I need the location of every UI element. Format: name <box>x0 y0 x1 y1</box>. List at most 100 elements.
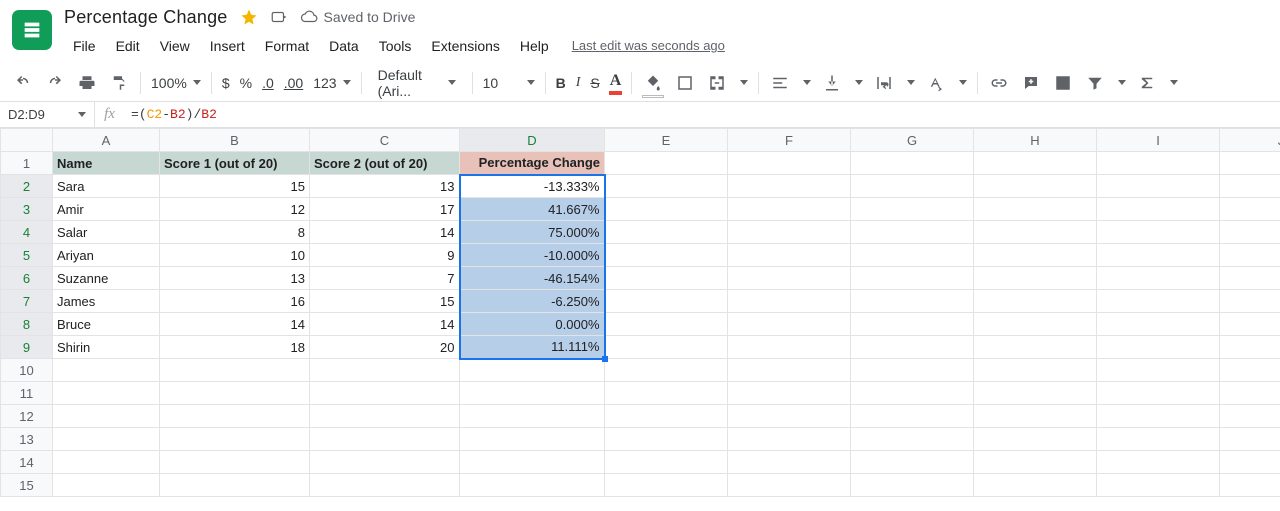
menu-format[interactable]: Format <box>256 34 318 58</box>
cell[interactable] <box>851 474 974 497</box>
cell[interactable] <box>851 336 974 359</box>
menu-extensions[interactable]: Extensions <box>422 34 508 58</box>
cell[interactable] <box>728 198 851 221</box>
row-header[interactable]: 15 <box>1 474 53 497</box>
col-header-G[interactable]: G <box>851 129 974 152</box>
row-header[interactable]: 8 <box>1 313 53 336</box>
row-header[interactable]: 1 <box>1 152 53 175</box>
cell[interactable] <box>974 244 1097 267</box>
cell[interactable] <box>310 382 460 405</box>
cell[interactable]: 11.111% <box>460 336 605 359</box>
cell[interactable] <box>851 428 974 451</box>
cell[interactable] <box>605 221 728 244</box>
cell[interactable] <box>310 474 460 497</box>
row-header[interactable]: 6 <box>1 267 53 290</box>
cell[interactable] <box>851 221 974 244</box>
cell[interactable] <box>851 290 974 313</box>
cell[interactable] <box>460 405 605 428</box>
move-icon[interactable] <box>270 8 288 26</box>
cell[interactable] <box>1097 451 1220 474</box>
cell[interactable]: Score 2 (out of 20) <box>310 152 460 175</box>
menu-insert[interactable]: Insert <box>201 34 254 58</box>
cell[interactable]: 15 <box>310 290 460 313</box>
cell[interactable] <box>1220 152 1280 175</box>
cell[interactable]: 17 <box>310 198 460 221</box>
h-align-icon[interactable] <box>769 70 791 96</box>
star-icon[interactable] <box>240 8 258 26</box>
cell[interactable]: 14 <box>310 221 460 244</box>
cell[interactable] <box>605 267 728 290</box>
cell[interactable] <box>605 244 728 267</box>
row-header[interactable]: 4 <box>1 221 53 244</box>
cell[interactable] <box>851 267 974 290</box>
row-header[interactable]: 2 <box>1 175 53 198</box>
cell[interactable]: Ariyan <box>53 244 160 267</box>
number-format-select[interactable]: 123 <box>313 75 350 91</box>
spreadsheet-grid[interactable]: A B C D E F G H I J 1 Name Score 1 (out … <box>0 128 1280 497</box>
cell[interactable] <box>605 382 728 405</box>
cell[interactable]: 75.000% <box>460 221 605 244</box>
cell[interactable] <box>160 405 310 428</box>
menu-data[interactable]: Data <box>320 34 368 58</box>
menu-view[interactable]: View <box>151 34 199 58</box>
cell[interactable] <box>728 336 851 359</box>
cell[interactable] <box>1097 313 1220 336</box>
col-header-H[interactable]: H <box>974 129 1097 152</box>
cell[interactable] <box>1220 382 1280 405</box>
cell[interactable] <box>974 451 1097 474</box>
row-header[interactable]: 14 <box>1 451 53 474</box>
strikethrough-button[interactable]: S <box>590 75 599 91</box>
cell[interactable]: 7 <box>310 267 460 290</box>
cell[interactable] <box>1097 405 1220 428</box>
text-rotation-icon[interactable] <box>925 70 947 96</box>
cell[interactable] <box>1220 267 1280 290</box>
cell[interactable] <box>1220 198 1280 221</box>
cell[interactable] <box>974 405 1097 428</box>
cell[interactable]: 20 <box>310 336 460 359</box>
cell[interactable] <box>1220 221 1280 244</box>
currency-button[interactable]: $ <box>222 75 230 91</box>
cell[interactable] <box>605 359 728 382</box>
col-header-I[interactable]: I <box>1097 129 1220 152</box>
cell[interactable] <box>460 428 605 451</box>
cell[interactable]: 9 <box>310 244 460 267</box>
cell[interactable] <box>851 175 974 198</box>
menu-file[interactable]: File <box>64 34 105 58</box>
cell[interactable] <box>974 382 1097 405</box>
fill-color-icon[interactable] <box>642 70 664 96</box>
cell[interactable] <box>160 428 310 451</box>
cell[interactable] <box>974 175 1097 198</box>
cell[interactable] <box>974 336 1097 359</box>
name-box[interactable]: D2:D9 <box>0 102 95 127</box>
row-header[interactable]: 13 <box>1 428 53 451</box>
cell[interactable] <box>310 451 460 474</box>
cell[interactable] <box>728 175 851 198</box>
cell[interactable]: Score 1 (out of 20) <box>160 152 310 175</box>
cell[interactable]: 18 <box>160 336 310 359</box>
cell[interactable] <box>160 451 310 474</box>
cell[interactable]: 41.667% <box>460 198 605 221</box>
cell[interactable]: 10 <box>160 244 310 267</box>
cell[interactable] <box>310 428 460 451</box>
cell[interactable] <box>460 359 605 382</box>
insert-comment-icon[interactable] <box>1020 70 1042 96</box>
select-all-corner[interactable] <box>1 129 53 152</box>
row-header[interactable]: 10 <box>1 359 53 382</box>
cell[interactable]: 16 <box>160 290 310 313</box>
cell[interactable] <box>974 221 1097 244</box>
cell[interactable]: James <box>53 290 160 313</box>
bold-button[interactable]: B <box>556 75 566 91</box>
col-header-E[interactable]: E <box>605 129 728 152</box>
cell[interactable] <box>1097 382 1220 405</box>
cell[interactable] <box>728 267 851 290</box>
cell[interactable]: -6.250% <box>460 290 605 313</box>
cell[interactable] <box>605 428 728 451</box>
cell[interactable]: 14 <box>310 313 460 336</box>
row-header[interactable]: 9 <box>1 336 53 359</box>
cell[interactable] <box>1220 428 1280 451</box>
last-edit-link[interactable]: Last edit was seconds ago <box>572 34 725 58</box>
cell[interactable]: 12 <box>160 198 310 221</box>
menu-tools[interactable]: Tools <box>370 34 421 58</box>
cell[interactable] <box>1097 152 1220 175</box>
cell[interactable]: Amir <box>53 198 160 221</box>
